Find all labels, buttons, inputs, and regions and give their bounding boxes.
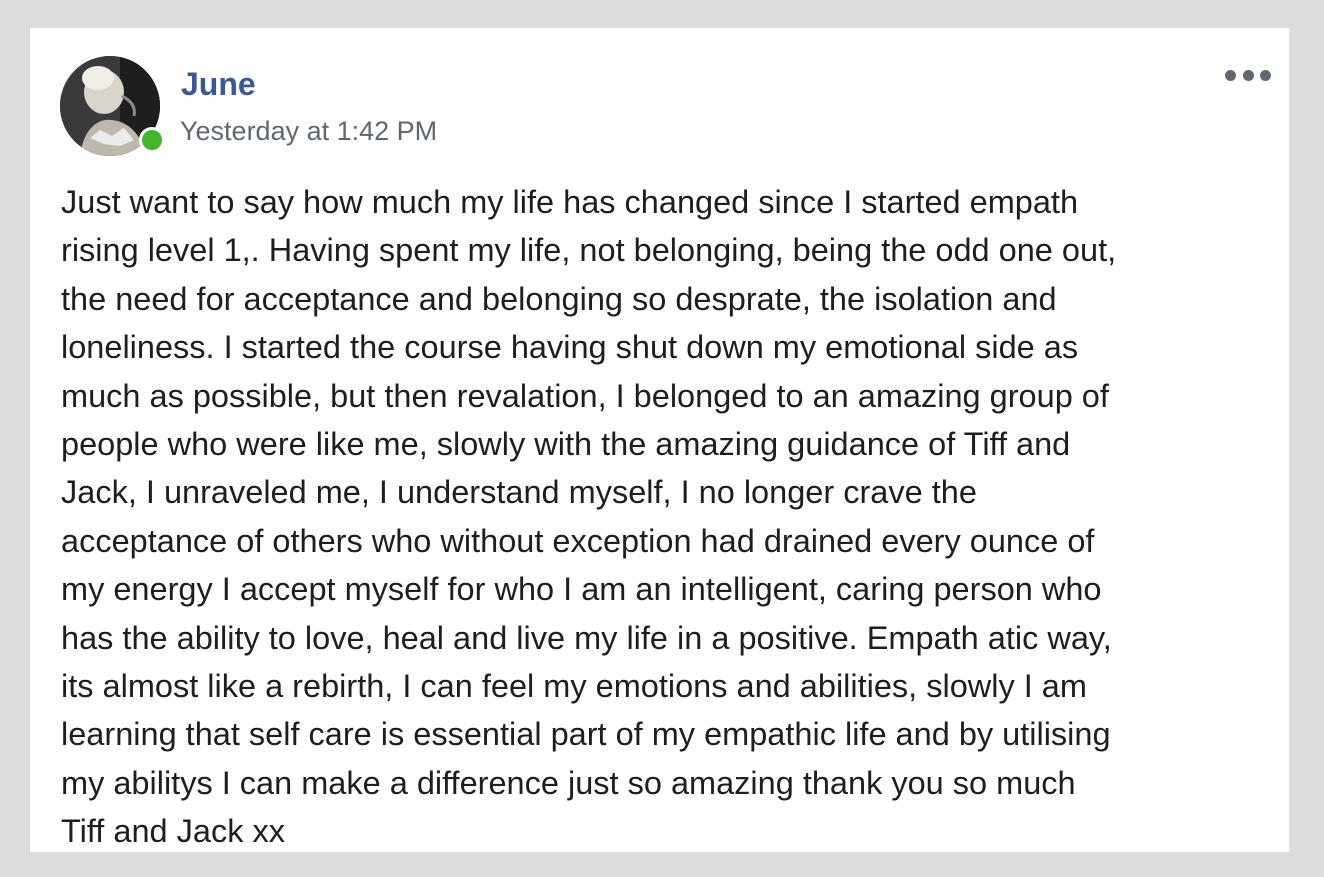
post-card: June Yesterday at 1:42 PM Just want to s…	[30, 28, 1289, 852]
post-timestamp[interactable]: Yesterday at 1:42 PM	[180, 114, 437, 148]
more-horizontal-icon	[1242, 69, 1254, 81]
post-body-text: Just want to say how much my life has ch…	[61, 184, 1117, 850]
more-horizontal-icon	[1225, 69, 1236, 81]
online-presence-icon	[139, 127, 165, 153]
more-options-button[interactable]	[1225, 62, 1271, 88]
more-horizontal-icon	[1260, 69, 1271, 81]
author-name[interactable]: June	[181, 64, 256, 104]
